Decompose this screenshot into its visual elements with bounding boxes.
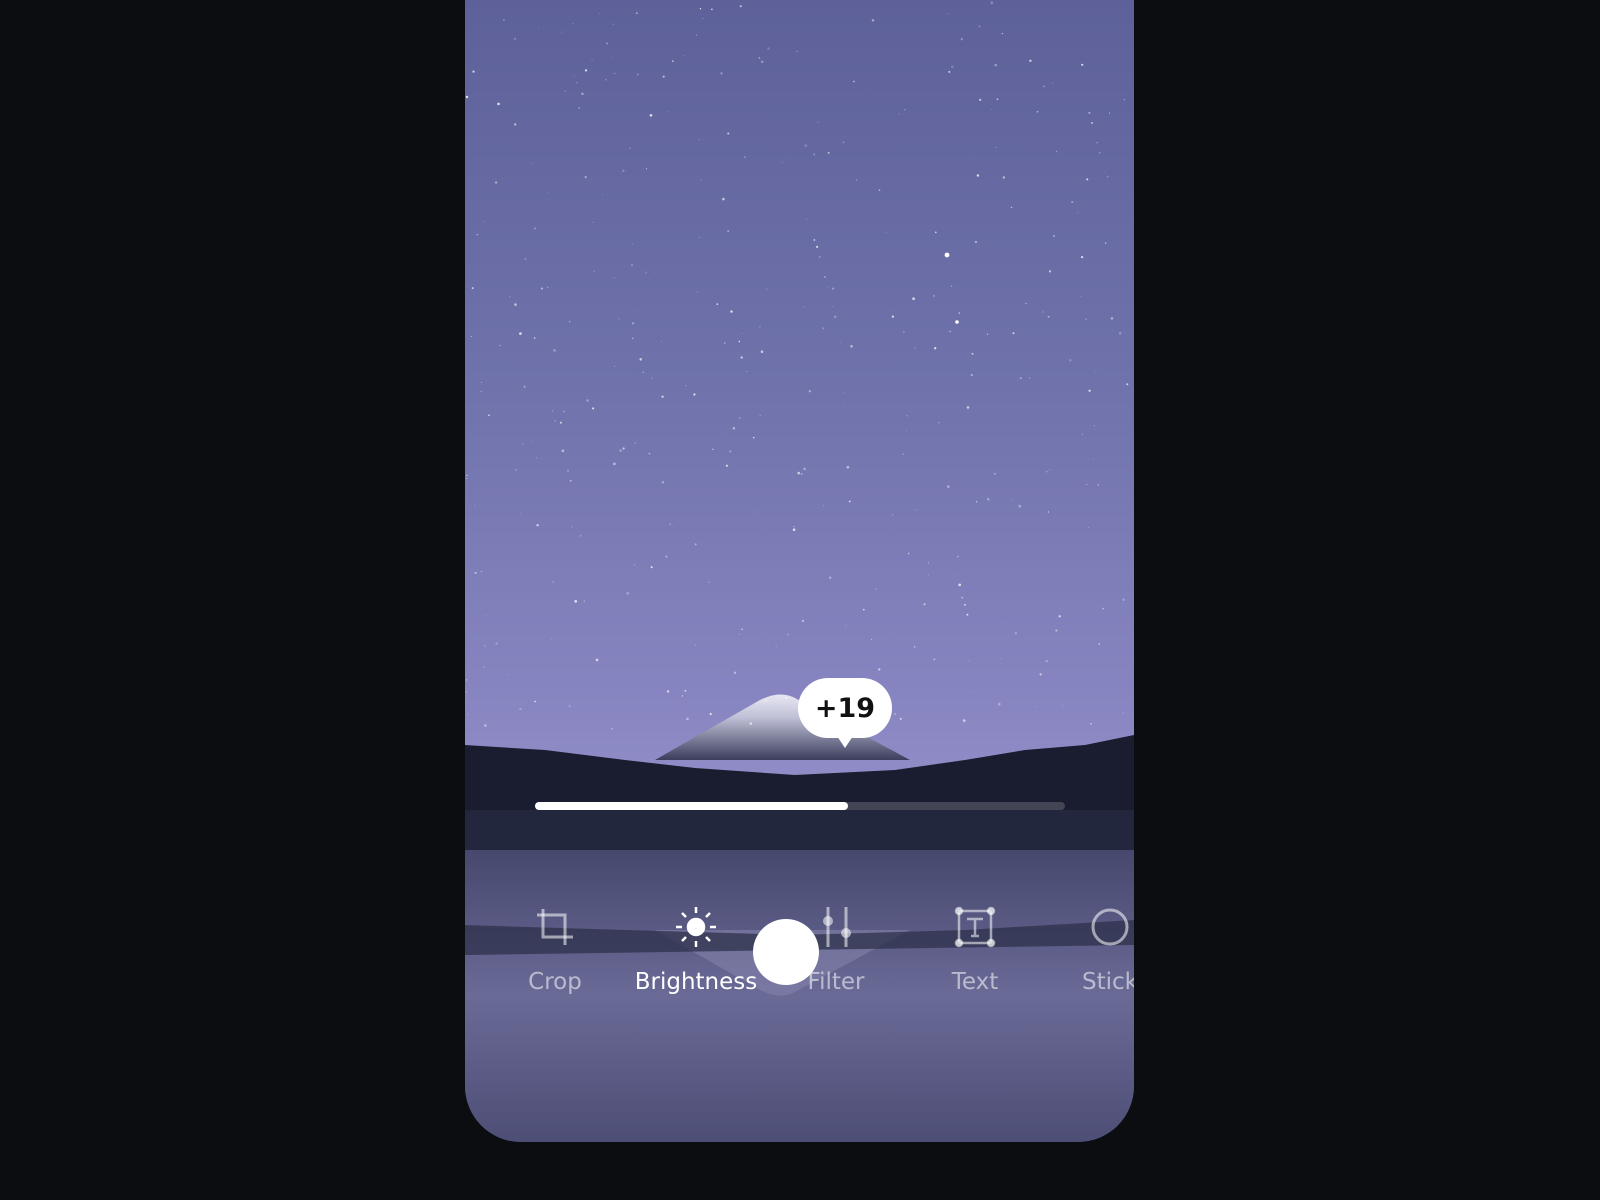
tool-label: Crop	[528, 969, 582, 995]
brightness-value: +19	[814, 692, 876, 724]
tool-label: Stick	[1082, 969, 1134, 995]
tool-brightness[interactable]: Brightness	[631, 905, 761, 995]
touch-indicator	[753, 919, 819, 985]
brightness-slider-fill	[535, 802, 848, 810]
sun-icon	[676, 907, 716, 947]
brightness-slider[interactable]	[535, 802, 1065, 810]
tool-label: Brightness	[634, 969, 758, 995]
text-box-icon	[954, 906, 996, 948]
tool-crop[interactable]: Crop	[490, 905, 620, 995]
sticker-icon	[1091, 908, 1129, 946]
sliders-icon	[823, 907, 851, 947]
crop-icon	[537, 909, 573, 945]
tool-text[interactable]: Text	[910, 905, 1040, 995]
tool-sticker[interactable]: Stick	[1045, 905, 1134, 995]
brightness-value-bubble: +19	[798, 678, 892, 748]
tool-label: Text	[951, 969, 999, 995]
